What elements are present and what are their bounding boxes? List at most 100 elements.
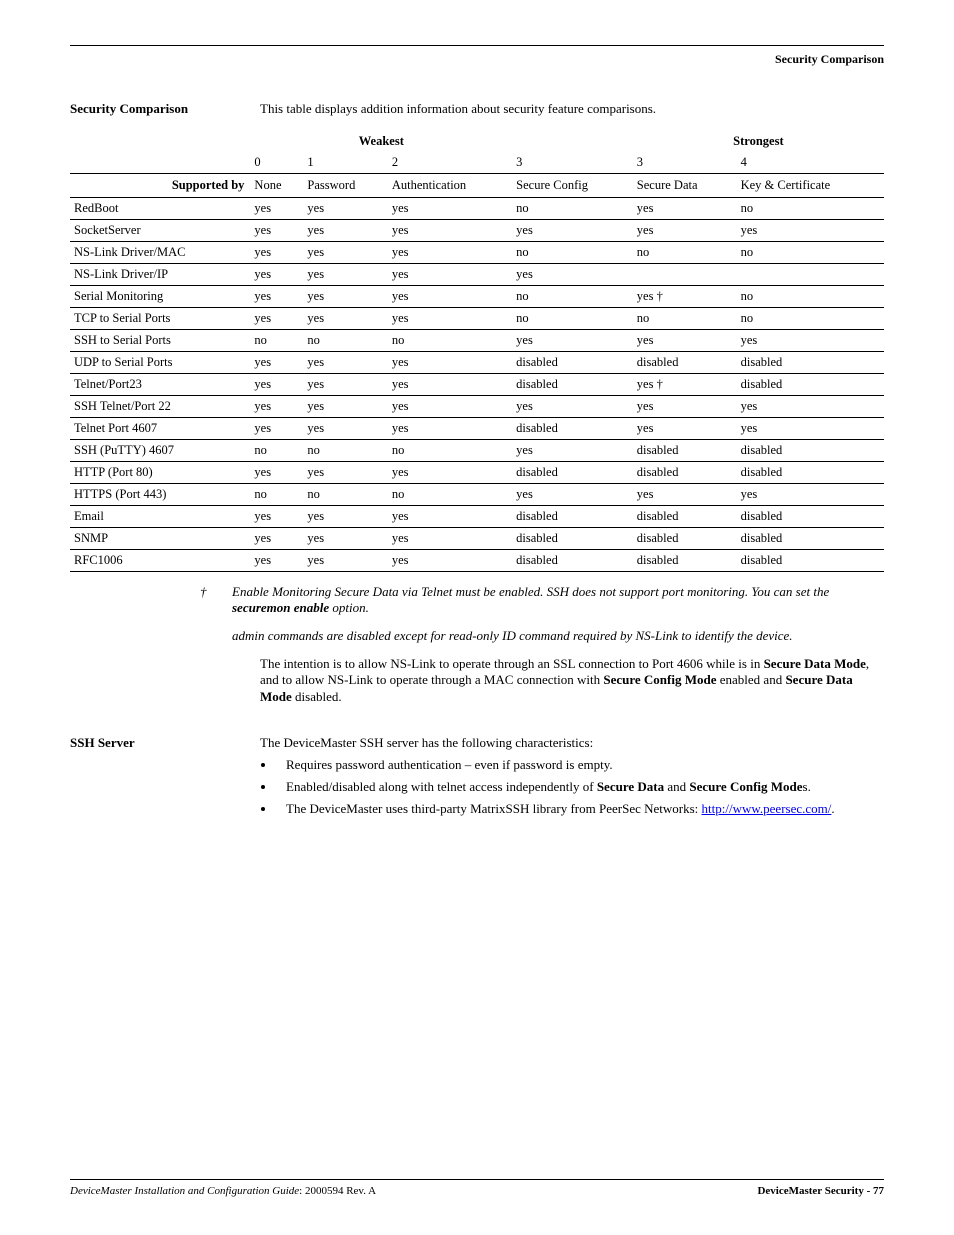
cell-value: disabled (633, 352, 737, 374)
table-row: TCP to Serial Portsyesyesyesnonono (70, 308, 884, 330)
cell-value: yes (388, 418, 512, 440)
cell-value: no (303, 330, 387, 352)
cell-value: yes (737, 418, 884, 440)
table-row: NS-Link Driver/IPyesyesyesyes (70, 264, 884, 286)
cell-value: yes (633, 418, 737, 440)
cell-value: yes (512, 264, 633, 286)
cell-value: no (303, 484, 387, 506)
cell-value: yes (388, 506, 512, 528)
feature-name: HTTPS (Port 443) (70, 484, 250, 506)
cell-value: yes (303, 242, 387, 264)
cell-value: yes (303, 528, 387, 550)
cell-value: disabled (512, 528, 633, 550)
cell-value: no (737, 308, 884, 330)
cell-value: yes (250, 506, 303, 528)
col-header: None (250, 174, 303, 198)
cell-value: no (250, 440, 303, 462)
table-row: SNMPyesyesyesdisableddisableddisabled (70, 528, 884, 550)
cell-value: yes (737, 396, 884, 418)
cell-value: yes (303, 462, 387, 484)
supported-by-label: Supported by (70, 174, 250, 198)
cell-value: disabled (633, 528, 737, 550)
cell-value: yes (388, 550, 512, 572)
table-row: Telnet/Port23yesyesyesdisabledyes †disab… (70, 374, 884, 396)
feature-name: SSH (PuTTY) 4607 (70, 440, 250, 462)
cell-value: disabled (737, 440, 884, 462)
ssh-bullet-1: Requires password authentication – even … (276, 757, 884, 773)
cell-value: no (512, 242, 633, 264)
cell-value: yes (388, 352, 512, 374)
cell-value: yes (388, 198, 512, 220)
label-strongest: Strongest (633, 131, 884, 152)
cell-value: yes (250, 550, 303, 572)
cell-value: disabled (737, 352, 884, 374)
cell-value (633, 264, 737, 286)
feature-name: NS-Link Driver/IP (70, 264, 250, 286)
cell-value: yes (303, 264, 387, 286)
cell-value: no (633, 308, 737, 330)
cell-value: no (737, 286, 884, 308)
cell-value: disabled (512, 506, 633, 528)
col-num: 1 (303, 152, 387, 174)
feature-name: RedBoot (70, 198, 250, 220)
cell-value: disabled (512, 462, 633, 484)
footnote-2: admin commands are disabled except for r… (232, 628, 884, 644)
label-weakest: Weakest (250, 131, 512, 152)
cell-value: yes (303, 418, 387, 440)
table-row: HTTPS (Port 443)nononoyesyesyes (70, 484, 884, 506)
cell-value: yes (388, 242, 512, 264)
ssh-bullet-2: Enabled/disabled along with telnet acces… (276, 779, 884, 795)
cell-value: yes (250, 308, 303, 330)
cell-value: no (388, 440, 512, 462)
feature-name: SNMP (70, 528, 250, 550)
feature-name: Telnet/Port23 (70, 374, 250, 396)
cell-value: yes (250, 242, 303, 264)
col-header: Key & Certificate (737, 174, 884, 198)
cell-value: yes † (633, 374, 737, 396)
cell-value: disabled (737, 462, 884, 484)
cell-value: yes (512, 220, 633, 242)
cell-value: yes (388, 308, 512, 330)
table-row: UDP to Serial Portsyesyesyesdisableddisa… (70, 352, 884, 374)
feature-name: SSH to Serial Ports (70, 330, 250, 352)
cell-value: disabled (512, 374, 633, 396)
cell-value: no (737, 242, 884, 264)
cell-value: yes (633, 396, 737, 418)
col-header: Authentication (388, 174, 512, 198)
peersec-link[interactable]: http://www.peersec.com/ (702, 801, 832, 816)
cell-value: no (512, 286, 633, 308)
cell-value: disabled (633, 506, 737, 528)
col-header: Secure Config (512, 174, 633, 198)
feature-name: SSH Telnet/Port 22 (70, 396, 250, 418)
cell-value: yes (250, 264, 303, 286)
col-header: Secure Data (633, 174, 737, 198)
table-row: RFC1006yesyesyesdisableddisableddisabled (70, 550, 884, 572)
cell-value: disabled (737, 374, 884, 396)
table-row: SSH to Serial Portsnononoyesyesyes (70, 330, 884, 352)
cell-value: yes (250, 396, 303, 418)
col-header: Password (303, 174, 387, 198)
cell-value: yes (388, 528, 512, 550)
cell-value: yes (388, 396, 512, 418)
cell-value: yes (303, 352, 387, 374)
cell-value: yes (388, 220, 512, 242)
col-num: 2 (388, 152, 512, 174)
feature-name: Email (70, 506, 250, 528)
feature-name: HTTP (Port 80) (70, 462, 250, 484)
cell-value: disabled (633, 440, 737, 462)
cell-value: yes (250, 528, 303, 550)
col-num: 0 (250, 152, 303, 174)
cell-value (737, 264, 884, 286)
footnote-1: Enable Monitoring Secure Data via Telnet… (232, 584, 884, 616)
cell-value: no (250, 484, 303, 506)
table-row: Emailyesyesyesdisableddisableddisabled (70, 506, 884, 528)
cell-value: yes (303, 396, 387, 418)
table-row: SSH (PuTTY) 4607nononoyesdisableddisable… (70, 440, 884, 462)
feature-name: NS-Link Driver/MAC (70, 242, 250, 264)
col-num: 3 (512, 152, 633, 174)
table-row: NS-Link Driver/MACyesyesyesnonono (70, 242, 884, 264)
feature-name: RFC1006 (70, 550, 250, 572)
cell-value: yes (633, 220, 737, 242)
cell-value: yes (633, 198, 737, 220)
cell-value: yes (303, 506, 387, 528)
